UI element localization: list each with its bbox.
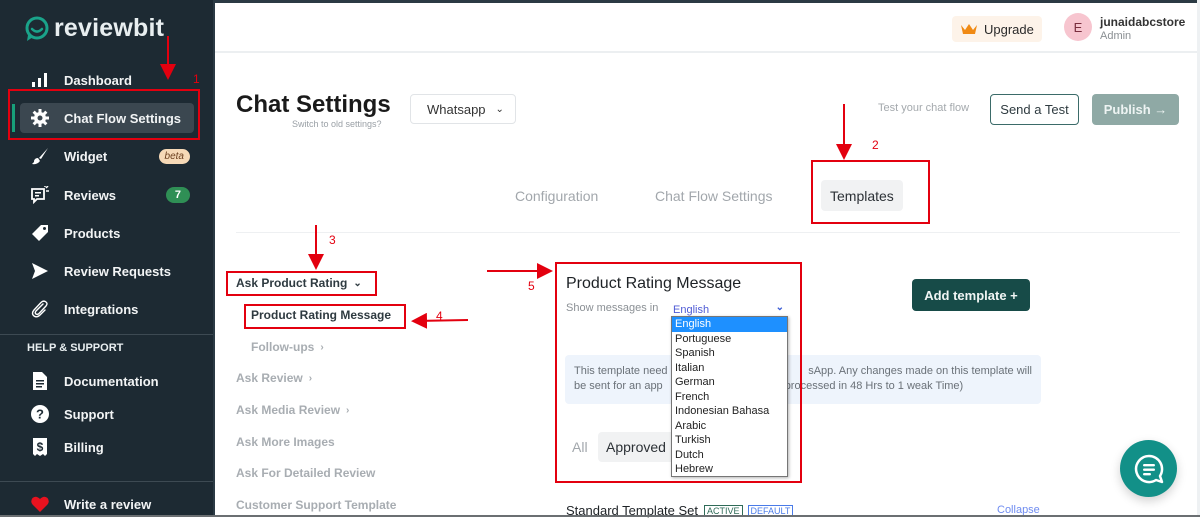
menu-ask-more-images[interactable]: Ask More Images: [236, 435, 335, 449]
reviewbit-logo-icon: [25, 16, 49, 41]
page-title: Chat Settings: [236, 91, 391, 118]
beta-badge: beta: [158, 148, 190, 164]
sidebar-item-documentation[interactable]: Documentation: [20, 366, 194, 396]
sidebar-item-label: Support: [64, 406, 114, 422]
chevron-down-icon: ⌄: [495, 103, 504, 115]
sidebar-item-review-requests[interactable]: Review Requests: [20, 256, 194, 286]
upgrade-label: Upgrade: [984, 21, 1034, 37]
app-name: reviewbit: [54, 14, 165, 42]
chat-widget-button[interactable]: [1120, 440, 1177, 497]
logo[interactable]: reviewbit: [24, 14, 164, 43]
chevron-right-icon: ›: [308, 372, 313, 384]
menu-ask-media-review[interactable]: Ask Media Review ›: [236, 403, 349, 417]
svg-text:$: $: [37, 440, 44, 454]
annotation-number: 4: [436, 309, 443, 323]
avatar[interactable]: E: [1064, 13, 1092, 41]
annotation-box-1: [8, 89, 200, 140]
sidebar-item-reviews[interactable]: Reviews 7: [20, 180, 194, 210]
menu-customer-support-template[interactable]: Customer Support Template: [236, 498, 396, 512]
info-text: sApp. Any changes made on this template …: [808, 365, 1032, 377]
publish-button[interactable]: Publish →: [1092, 94, 1179, 125]
billing-icon: $: [30, 437, 50, 457]
sidebar-item-label: Documentation: [64, 373, 159, 389]
annotation-box-3: [226, 271, 377, 296]
sidebar-item-widget[interactable]: Widget beta: [20, 141, 194, 171]
top-header: Upgrade E junaidabcstore Admin: [215, 3, 1200, 53]
sidebar-item-label: Products: [64, 225, 121, 241]
sidebar-item-label: Dashboard: [64, 72, 132, 88]
chat-bubble-icon: [1134, 454, 1163, 483]
heart-icon: [30, 494, 50, 514]
help-support-heading: HELP & SUPPORT: [27, 342, 124, 354]
sidebar-item-label: Integrations: [64, 301, 139, 317]
tab-configuration[interactable]: Configuration: [506, 180, 607, 211]
upgrade-button[interactable]: Upgrade: [952, 16, 1042, 42]
reviews-icon: [30, 185, 50, 205]
menu-label: Ask Review: [236, 371, 303, 385]
sidebar-item-products[interactable]: Products: [20, 218, 194, 248]
chevron-right-icon: ›: [320, 341, 324, 353]
svg-text:?: ?: [36, 407, 44, 422]
sidebar-item-label: Reviews: [64, 187, 117, 203]
user-role: Admin: [1100, 30, 1132, 42]
sidebar-divider: [0, 481, 213, 482]
annotation-number: 3: [329, 233, 336, 247]
menu-label: Ask Media Review: [236, 403, 341, 417]
channel-value: Whatsapp: [427, 101, 486, 117]
bar-chart-icon: [30, 70, 50, 90]
menu-label: Follow-ups: [251, 340, 315, 354]
annotation-number: 5: [528, 279, 535, 293]
annotation-number: 1: [193, 72, 200, 86]
question-icon: ?: [30, 404, 50, 424]
menu-follow-ups[interactable]: Follow-ups ›: [251, 340, 324, 354]
sidebar-item-label: Review Requests: [64, 263, 171, 279]
channel-select[interactable]: Whatsapp ⌄: [410, 94, 516, 124]
annotation-box-5: [555, 262, 802, 483]
paperclip-icon: [30, 299, 50, 319]
reviews-count-badge: 7: [165, 187, 190, 203]
annotation-box-2: [811, 160, 930, 224]
crown-icon: [961, 24, 977, 34]
tag-icon: [30, 223, 50, 243]
sidebar-item-label: Billing: [64, 439, 104, 455]
annotation-box-4: [244, 304, 406, 329]
brush-icon: [30, 146, 50, 166]
tabs-divider: [236, 232, 1180, 233]
chevron-right-icon: ›: [346, 404, 350, 416]
send-test-button[interactable]: Send a Test: [990, 94, 1079, 125]
info-text: processed in 48 Hrs to 1 weak Time): [784, 380, 964, 392]
sidebar-item-label: Write a review: [64, 496, 152, 512]
switch-old-settings-link[interactable]: Switch to old settings?: [292, 119, 382, 129]
add-template-button[interactable]: Add template +: [912, 279, 1030, 311]
sidebar-item-billing[interactable]: $ Billing: [20, 432, 194, 462]
send-icon: [30, 261, 50, 281]
test-chat-flow-label: Test your chat flow: [878, 102, 970, 114]
sidebar-item-integrations[interactable]: Integrations: [20, 294, 194, 324]
sidebar-divider: [0, 334, 213, 335]
tab-chat-flow-settings[interactable]: Chat Flow Settings: [646, 180, 782, 211]
sidebar-scrollbar[interactable]: [213, 0, 215, 517]
menu-ask-detailed-review[interactable]: Ask For Detailed Review: [236, 466, 375, 480]
sidebar-item-support[interactable]: ? Support: [20, 399, 194, 429]
annotation-number: 2: [872, 138, 879, 152]
menu-ask-review[interactable]: Ask Review ›: [236, 371, 312, 385]
document-icon: [30, 371, 50, 391]
sidebar-item-label: Widget: [64, 148, 108, 164]
user-name[interactable]: junaidabcstore: [1100, 15, 1185, 29]
sidebar: reviewbit Dashboard Chat Flow Settings W…: [0, 0, 215, 517]
